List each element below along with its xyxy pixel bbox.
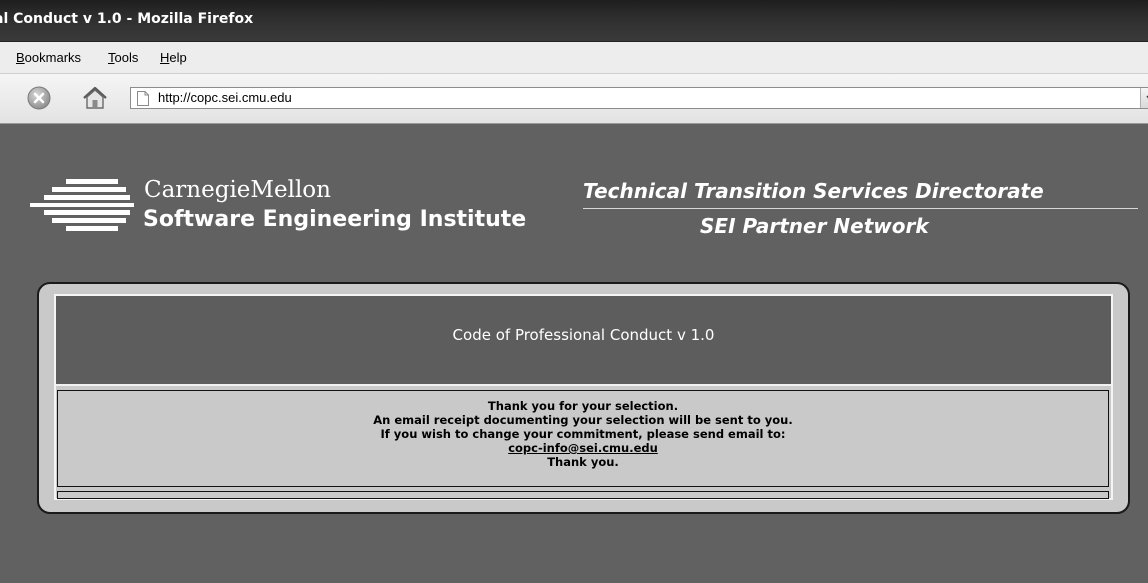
window-title: al Conduct v 1.0 - Mozilla Firefox xyxy=(0,11,254,27)
home-icon[interactable] xyxy=(81,84,109,112)
header-divider xyxy=(583,208,1138,209)
directorate-title: Technical Transition Services Directorat… xyxy=(583,179,1044,203)
menu-help[interactable]: Help xyxy=(160,50,187,65)
url-bar[interactable]: http://copc.sei.cmu.edu xyxy=(130,87,1148,109)
message-footer-row xyxy=(57,491,1109,499)
menu-bookmarks[interactable]: Bookmarks xyxy=(16,50,81,65)
confirmation-message-box: Thank you for your selection. An email r… xyxy=(57,390,1109,487)
content-panel: Code of Professional Conduct v 1.0 Thank… xyxy=(37,282,1130,514)
page-icon xyxy=(137,91,149,106)
menu-bookmarks-label: ookmarks xyxy=(24,50,82,65)
stop-icon[interactable] xyxy=(27,86,51,110)
content-panel-inner: Code of Professional Conduct v 1.0 Thank… xyxy=(54,294,1113,500)
window-title-bar[interactable]: al Conduct v 1.0 - Mozilla Firefox xyxy=(0,0,1148,42)
message-line: If you wish to change your commitment, p… xyxy=(380,427,786,441)
menu-bar: Bookmarks Tools Help xyxy=(0,42,1148,74)
message-line: An email receipt documenting your select… xyxy=(373,413,793,427)
page-title: Code of Professional Conduct v 1.0 xyxy=(452,326,715,344)
url-dropdown-button[interactable] xyxy=(1140,88,1148,108)
menu-tools-label: ools xyxy=(114,50,139,65)
menu-bookmarks-accel: B xyxy=(16,50,25,65)
menu-tools[interactable]: Tools xyxy=(108,50,138,65)
url-text: http://copc.sei.cmu.edu xyxy=(158,90,292,105)
closing-text: Thank you. xyxy=(547,455,619,469)
sei-logo-icon xyxy=(30,179,134,231)
navigation-toolbar: http://copc.sei.cmu.edu xyxy=(0,74,1148,124)
contact-email-link[interactable]: copc-info@sei.cmu.edu xyxy=(508,441,658,455)
org-name-sei: Software Engineering Institute xyxy=(143,207,527,232)
message-line: Thank you for your selection. xyxy=(487,399,679,413)
org-name-carnegie-mellon: CarnegieMellon xyxy=(144,177,331,203)
menu-help-accel: H xyxy=(160,50,170,65)
menu-help-label: elp xyxy=(169,50,187,65)
partner-network-title: SEI Partner Network xyxy=(700,214,929,238)
panel-header: Code of Professional Conduct v 1.0 xyxy=(56,296,1111,386)
